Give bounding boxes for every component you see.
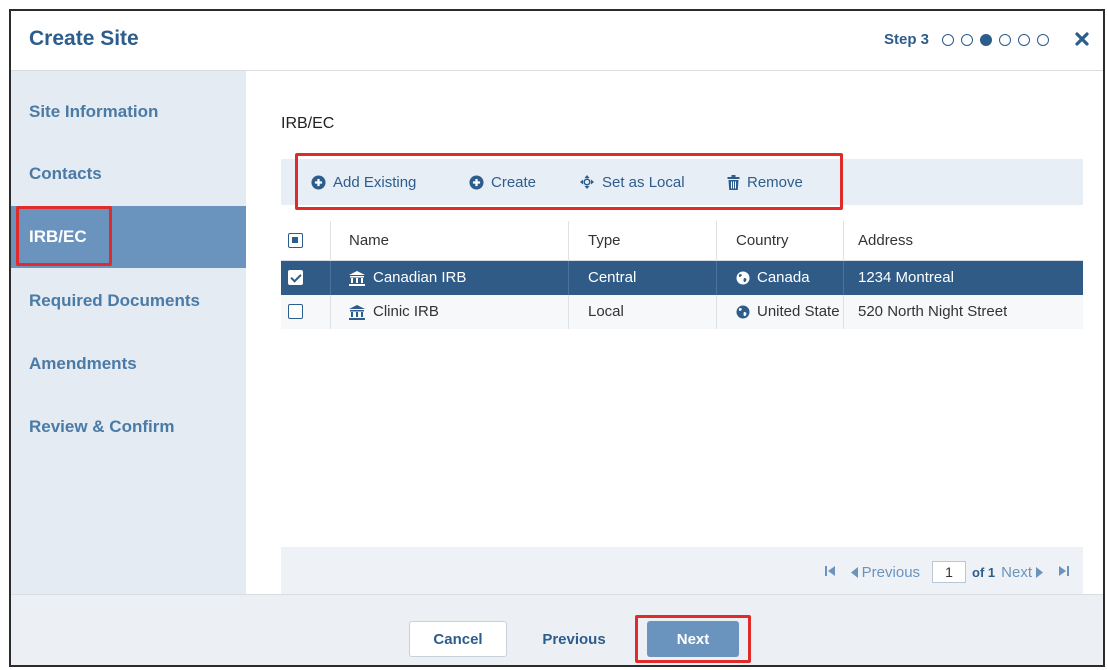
column-divider (716, 295, 717, 329)
sidebar-item-required-documents[interactable]: Required Documents (11, 270, 246, 332)
country-cell: Canada (736, 261, 840, 295)
main-content: IRB/EC Add Existing Create Set as Local … (246, 71, 1103, 594)
step-indicator: Step 3 (884, 31, 1049, 48)
table-row[interactable]: Canadian IRB Central Canada 1234 Montrea… (281, 261, 1083, 295)
table-pager: Previous of 1 Next (281, 547, 1083, 594)
row-name: Clinic IRB (373, 303, 439, 320)
previous-page-button[interactable]: Previous (850, 563, 921, 581)
caret-left-icon (850, 566, 858, 578)
name-cell: Clinic IRB (349, 295, 439, 329)
cancel-button[interactable]: Cancel (409, 621, 507, 657)
table-row[interactable]: Clinic IRB Local United States 520 North… (281, 295, 1083, 329)
institution-icon (349, 270, 365, 286)
column-divider (330, 295, 331, 329)
name-cell: Canadian IRB (349, 261, 466, 295)
remove-label: Remove (747, 173, 803, 191)
trash-icon (727, 174, 740, 190)
column-header-type[interactable]: Type (588, 221, 621, 261)
step-dot-2 (961, 33, 973, 46)
plus-circle-icon (311, 174, 326, 190)
next-page-label: Next (1001, 563, 1032, 581)
column-header-country[interactable]: Country (736, 221, 789, 261)
caret-right-icon (1036, 566, 1043, 578)
institution-icon (349, 304, 365, 320)
column-divider (330, 261, 331, 295)
next-button[interactable]: Next (647, 621, 739, 657)
page-count-label: of 1 (972, 564, 996, 580)
step-sidebar: Site Information Contacts IRB/EC Require… (11, 71, 246, 594)
row-country: Canada (757, 269, 810, 286)
sidebar-item-review-confirm[interactable]: Review & Confirm (11, 396, 246, 458)
column-header-address[interactable]: Address (858, 221, 913, 261)
move-arrows-icon (580, 175, 594, 189)
country-cell: United States (736, 295, 840, 329)
dialog-header: Create Site Step 3 (11, 11, 1103, 71)
globe-icon (736, 271, 750, 285)
row-address: 1234 Montreal (858, 269, 954, 286)
set-as-local-label: Set as Local (602, 173, 685, 191)
sidebar-item-site-information[interactable]: Site Information (11, 81, 246, 143)
column-divider (568, 221, 569, 261)
row-checkbox[interactable] (288, 304, 303, 319)
select-all-checkbox[interactable] (288, 233, 303, 248)
step-dot-6 (1037, 33, 1049, 46)
step-dot-1 (942, 33, 954, 46)
create-button[interactable]: Create (469, 159, 536, 205)
column-divider (568, 261, 569, 295)
irb-table: Name Type Country Address Canadian IRB C… (281, 221, 1083, 329)
step-dot-5 (1018, 33, 1030, 46)
section-title: IRB/EC (281, 115, 335, 132)
column-divider (568, 295, 569, 329)
row-address: 520 North Night Street (858, 303, 1008, 320)
column-divider (716, 261, 717, 295)
column-divider (330, 221, 331, 261)
irb-toolbar: Add Existing Create Set as Local Remove (281, 159, 1083, 205)
step-dot-4 (999, 33, 1011, 46)
row-type: Central (588, 269, 637, 286)
first-page-icon[interactable] (824, 564, 835, 581)
row-name: Canadian IRB (373, 269, 467, 286)
previous-button[interactable]: Previous (529, 621, 619, 657)
row-checkbox[interactable] (288, 270, 303, 285)
pager-controls: Previous of 1 Next (815, 561, 1069, 583)
column-header-name[interactable]: Name (349, 221, 389, 261)
remove-button[interactable]: Remove (727, 159, 803, 205)
close-icon[interactable] (1075, 29, 1089, 52)
create-label: Create (491, 173, 537, 191)
row-type: Local (588, 303, 624, 320)
globe-icon (736, 305, 750, 319)
sidebar-item-contacts[interactable]: Contacts (11, 143, 246, 205)
set-as-local-button[interactable]: Set as Local (579, 159, 685, 205)
table-header-row: Name Type Country Address (281, 221, 1083, 261)
column-divider (843, 295, 844, 329)
dialog-title: Create Site (29, 27, 139, 50)
column-divider (843, 261, 844, 295)
sidebar-item-amendments[interactable]: Amendments (11, 333, 246, 395)
add-existing-label: Add Existing (333, 173, 417, 191)
plus-circle-icon (469, 174, 484, 190)
step-dot-3-current (980, 33, 992, 46)
dialog-footer: Cancel Previous Next (11, 594, 1103, 665)
column-divider (843, 221, 844, 261)
sidebar-item-irb-ec[interactable]: IRB/EC (11, 206, 246, 268)
column-divider (716, 221, 717, 261)
last-page-icon[interactable] (1059, 564, 1069, 581)
page-number-input[interactable] (932, 561, 967, 583)
create-site-dialog: Create Site Step 3 Site Information Cont… (9, 9, 1105, 667)
step-label: Step 3 (883, 31, 929, 48)
previous-page-label: Previous (861, 563, 921, 581)
add-existing-button[interactable]: Add Existing (311, 159, 416, 205)
row-country: United States (757, 303, 840, 320)
next-page-button[interactable]: Next (1001, 564, 1043, 581)
